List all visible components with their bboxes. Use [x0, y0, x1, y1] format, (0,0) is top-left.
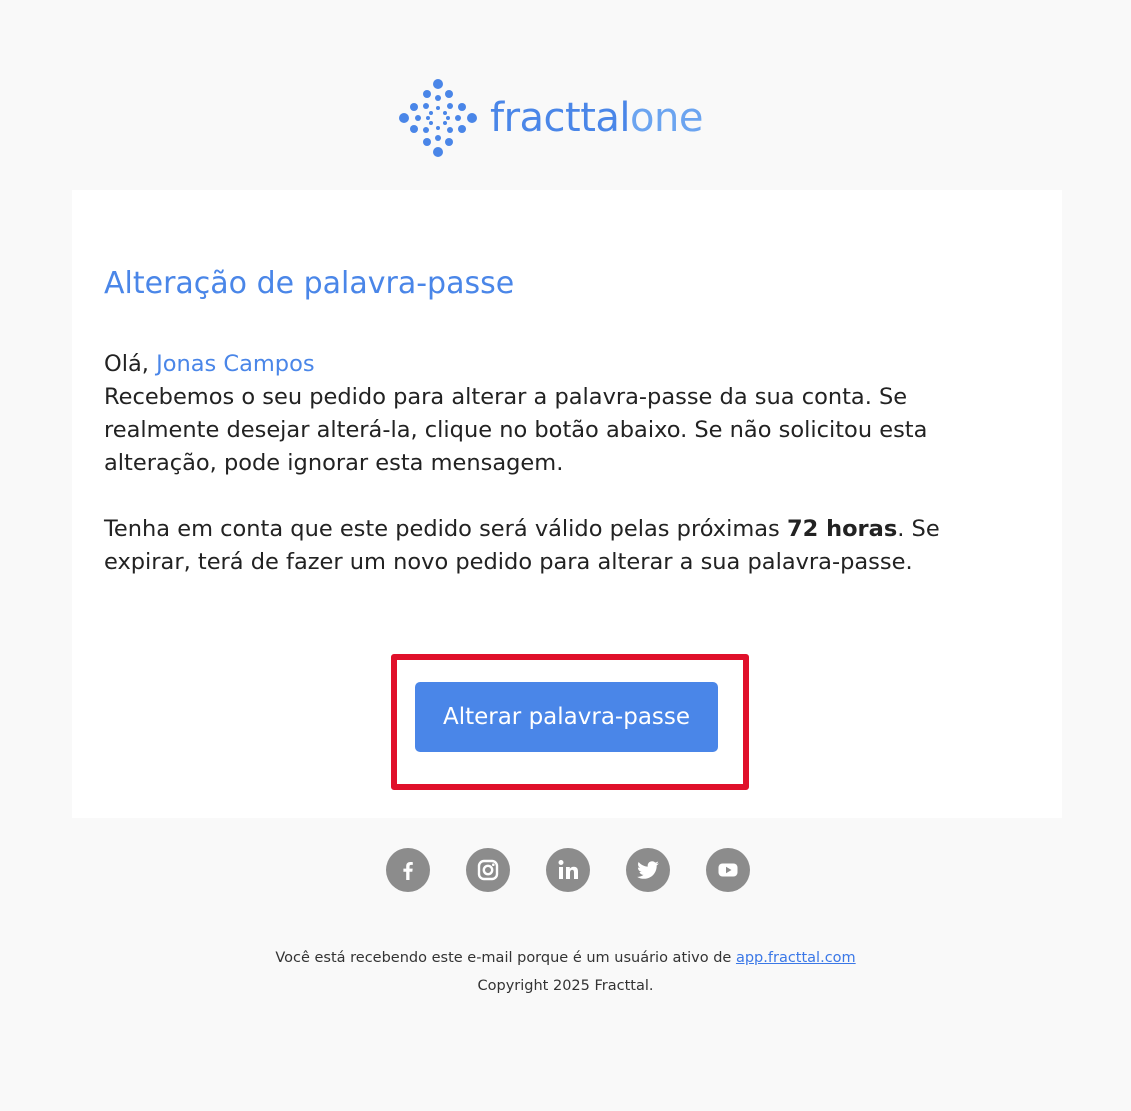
footer-app-link[interactable]: app.fracttal.com: [736, 950, 856, 966]
greeting: Olá,: [104, 351, 149, 377]
facebook-icon[interactable]: [386, 848, 430, 892]
footer-copyright: Copyright 2025 Fracttal.: [477, 978, 654, 994]
brand-name-part2: one: [630, 95, 703, 141]
footer-notice: Você está recebendo este e-mail porque é…: [0, 944, 1131, 972]
twitter-icon[interactable]: [626, 848, 670, 892]
validity-hours: 72 horas: [786, 516, 898, 542]
fracttal-logo-icon: [399, 79, 477, 157]
brand-name: fracttalone: [490, 98, 703, 138]
change-password-button[interactable]: Alterar palavra-passe: [415, 682, 718, 752]
email-card: Alteração de palavra-passe Olá, Jonas Ca…: [72, 190, 1062, 818]
youtube-icon[interactable]: [706, 848, 750, 892]
footer-notice-text: Você está recebendo este e-mail porque é…: [275, 950, 736, 966]
brand-logo: fracttalone: [398, 78, 703, 158]
paragraph-request: Recebemos o seu pedido para alterar a pa…: [104, 384, 928, 476]
brand-name-part1: fracttal: [490, 95, 631, 141]
paragraph-validity: Tenha em conta que este pedido será váli…: [104, 513, 1004, 579]
linkedin-icon[interactable]: [546, 848, 590, 892]
email-title: Alteração de palavra-passe: [104, 266, 515, 301]
validity-text-before: Tenha em conta que este pedido será váli…: [104, 516, 787, 542]
instagram-icon[interactable]: [466, 848, 510, 892]
social-links: [386, 848, 750, 892]
recipient-name: Jonas Campos: [156, 351, 315, 377]
email-body: Olá, Jonas Campos Recebemos o seu pedido…: [104, 348, 1004, 579]
email-footer: Você está recebendo este e-mail porque é…: [0, 944, 1131, 1000]
greeting-line: Olá, Jonas Campos: [104, 348, 1004, 381]
